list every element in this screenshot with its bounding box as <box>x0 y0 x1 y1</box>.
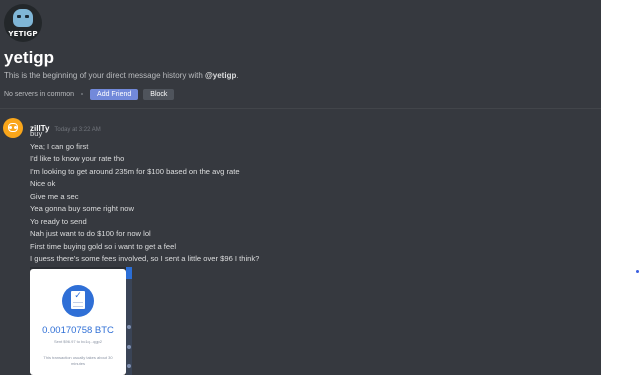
yetigp-avatar: YETIGP <box>4 4 42 42</box>
transaction-card: ✓ 0.00170758 BTC Sent $96.97 to bc1q...q… <box>30 269 126 375</box>
add-friend-button[interactable]: Add Friend <box>90 88 139 100</box>
intro-suffix: . <box>236 71 239 80</box>
message-line: Nice ok <box>30 179 56 188</box>
message-line: I'd like to know your rate tho <box>30 154 125 163</box>
message-line: Yea gonna buy some right now <box>30 204 134 213</box>
btc-confirmation-note: This transaction usually takes about 30 … <box>43 355 113 366</box>
btc-sent-detail: Sent $96.97 to bc1q...qgp2 <box>53 339 103 344</box>
side-panel <box>601 0 640 375</box>
block-button[interactable]: Block <box>143 88 175 100</box>
image-attachment[interactable]: ✓ 0.00170758 BTC Sent $96.97 to bc1q...q… <box>30 267 132 375</box>
dm-title: yetigp <box>4 48 55 67</box>
message-group: buy Yea; I can go first I'd like to know… <box>30 128 259 266</box>
message-line: Yo ready to send <box>30 216 87 226</box>
discord-default-avatar-icon[interactable] <box>3 118 23 138</box>
btc-amount: 0.00170758 BTC <box>42 325 114 336</box>
separator-dot <box>81 93 84 95</box>
user-mention[interactable]: @yetigp <box>205 71 236 80</box>
dm-channel: YETIGP yetigp This is the beginning of y… <box>0 0 601 375</box>
message-line: buy <box>30 129 43 138</box>
history-divider <box>0 108 601 109</box>
avatar-logo-text: YETIGP <box>8 30 38 38</box>
message-line: I'm looking to get around 235m for $100 … <box>30 166 240 176</box>
mutual-servers-text: No servers in common <box>4 90 75 98</box>
dm-intro: This is the beginning of your direct mes… <box>4 71 239 80</box>
profile-actions: No servers in common Add Friend Block <box>4 88 175 100</box>
checkmark-icon: ✓ <box>74 291 82 301</box>
intro-text: This is the beginning of your direct mes… <box>4 71 205 80</box>
message-line: First time buying gold so i want to get … <box>30 241 177 251</box>
message-line: I guess there's some fees involved, so I… <box>30 254 260 263</box>
message-line: Yea; I can go first <box>30 141 89 151</box>
indicator-dot <box>636 270 639 273</box>
message-line: Give me a sec <box>30 191 79 201</box>
yeti-face-icon <box>13 9 33 27</box>
message-line: Nah just want to do $100 for now lol <box>30 229 151 238</box>
